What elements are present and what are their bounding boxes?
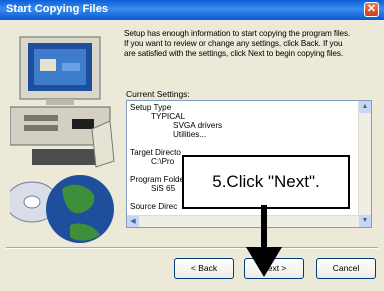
description-line: Setup has enough information to start co… xyxy=(124,29,351,38)
button-separator xyxy=(6,247,378,249)
box-icon xyxy=(91,120,115,168)
source-directory-label: Source Direc xyxy=(130,202,178,211)
scroll-left-icon[interactable]: ◀ xyxy=(127,216,139,227)
description-line: If you want to review or change any sett… xyxy=(124,39,343,48)
cancel-button[interactable]: Cancel xyxy=(316,258,376,279)
setting-item: SVGA drivers xyxy=(173,121,223,130)
setup-illustration xyxy=(10,36,115,243)
description: Setup has enough information to start co… xyxy=(124,29,374,59)
window-title: Start Copying Files xyxy=(6,3,109,15)
instruction-callout: 5.Click "Next". xyxy=(182,155,350,209)
description-line: are satisfied with the settings, click N… xyxy=(124,49,344,58)
setup-type-label: Setup Type xyxy=(130,103,172,112)
scroll-down-icon[interactable]: ▼ xyxy=(359,215,371,227)
current-settings-label: Current Settings: xyxy=(126,89,190,99)
vertical-scrollbar[interactable]: ▲ ▼ xyxy=(358,101,371,227)
cd-globe-icon xyxy=(10,175,114,243)
scroll-up-icon[interactable]: ▲ xyxy=(359,101,371,113)
back-button[interactable]: < Back xyxy=(174,258,234,279)
close-button[interactable]: ✕ xyxy=(364,2,379,17)
arrow-pointer-icon xyxy=(246,205,282,277)
setup-type-value: TYPICAL xyxy=(151,112,186,121)
target-directory-label: Target Directo xyxy=(130,148,181,157)
callout-text: 5.Click "Next". xyxy=(212,172,320,191)
program-folder-value: SiS 65 xyxy=(151,184,176,193)
target-directory-value: C:\Pro xyxy=(151,157,175,166)
setting-item: Utilities... xyxy=(173,130,207,139)
title-bar: Start Copying Files ✕ xyxy=(0,0,384,20)
program-folder-label: Program Folde xyxy=(130,175,185,184)
